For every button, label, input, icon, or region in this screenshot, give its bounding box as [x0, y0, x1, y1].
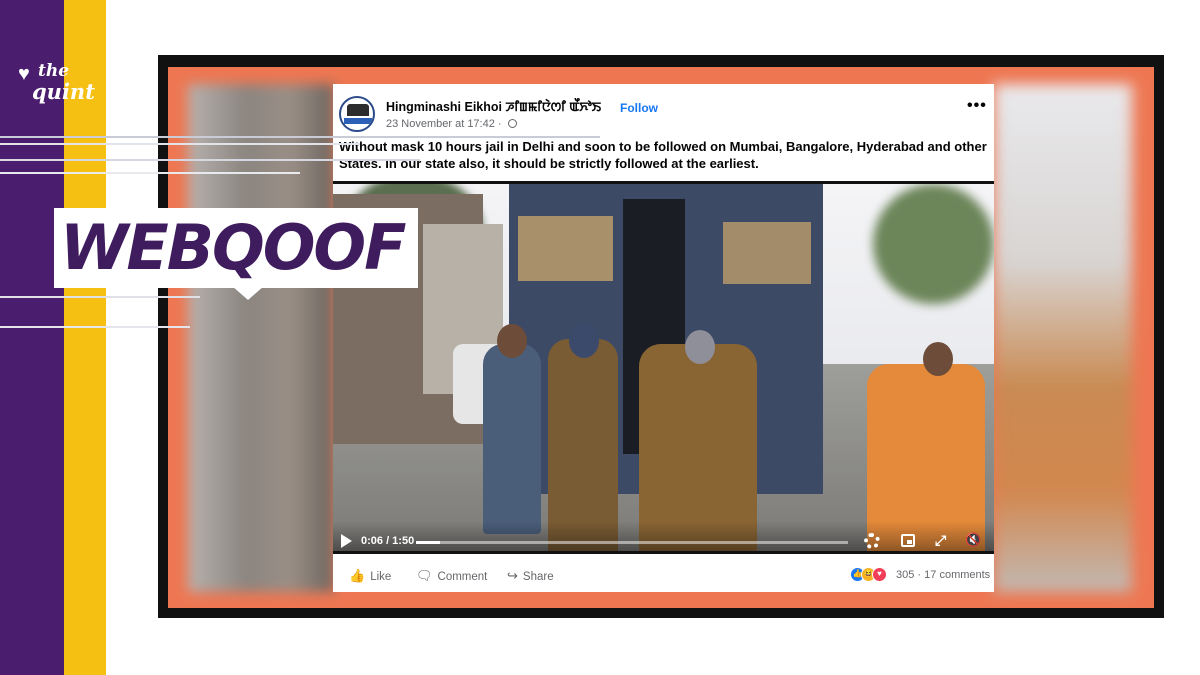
expand-icon[interactable]: ⤢ — [935, 532, 946, 548]
timestamp-text: 23 November at 17:42 · — [386, 118, 505, 130]
quint-heart-icon: ♥ — [18, 63, 30, 85]
reaction-count: 305 — [896, 569, 915, 581]
glitch-line — [0, 296, 200, 298]
comment-label: Comment — [437, 571, 488, 583]
gear-icon[interactable] — [864, 533, 880, 549]
reactions-summary[interactable]: 👍 😆 ♥ — [850, 567, 900, 583]
video-head — [497, 324, 527, 358]
like-icon: 👍 — [349, 568, 366, 583]
play-icon[interactable] — [341, 534, 352, 548]
comment-icon: 🗨 — [416, 568, 433, 583]
video-tree-right — [873, 184, 994, 304]
facebook-post-card: Hingminashi Eikhoi ꯍꯤꯡꯃꯤꯅꯥꯁꯤ ꯑꯩꯈꯣꯏ Follo… — [333, 84, 994, 592]
post-action-bar: 👍 Like 🗨 Comment ↪ Share 👍 😆 ♥ 305 · 17 com… — [333, 562, 994, 588]
video-time: 0:06 / 1:50 — [361, 535, 415, 547]
glitch-line — [0, 159, 420, 161]
pip-icon[interactable] — [901, 534, 915, 547]
comments-count: 17 comments — [924, 569, 991, 581]
webqoof-badge: WEBQOOF — [54, 208, 418, 300]
screenshot-root: ♥ the quint Hingminashi Eikhoi ꯍꯤꯡꯃꯤꯅꯥꯁꯤ… — [0, 0, 1200, 675]
share-label: Share — [522, 571, 554, 583]
webqoof-label: WEBQOOF — [60, 211, 406, 284]
video-progress-bar[interactable] — [416, 541, 848, 544]
video-van-window-right — [723, 222, 811, 284]
mute-icon[interactable]: 🔇 — [965, 532, 981, 548]
video-head — [569, 324, 599, 358]
video-head — [685, 330, 715, 364]
post-text: Without mask 10 hours jail in Delhi and … — [339, 139, 987, 171]
share-icon: ↪ — [507, 568, 518, 583]
reaction-love-icon: ♥ — [872, 567, 887, 582]
follow-button[interactable]: Follow — [620, 101, 658, 115]
separator: · — [917, 569, 922, 581]
page-name[interactable]: Hingminashi Eikhoi ꯍꯤꯡꯃꯤꯅꯥꯁꯤ ꯑꯩꯈꯣꯏ — [386, 99, 601, 116]
globe-icon — [507, 119, 517, 128]
video-progress-fill — [416, 541, 440, 544]
blurred-background-right — [994, 84, 1132, 592]
glitch-line — [0, 326, 190, 328]
video-head — [923, 342, 953, 376]
the-quint-logo: ♥ the quint — [16, 60, 96, 110]
glitch-line — [0, 143, 360, 145]
logo-the: the — [38, 61, 70, 81]
share-button[interactable]: ↪ Share — [507, 568, 554, 584]
engagement-counts[interactable]: 305 · 17 comments — [896, 569, 990, 581]
glitch-line — [0, 136, 600, 138]
page-avatar[interactable] — [339, 96, 375, 132]
logo-quint: quint — [32, 79, 95, 104]
video-van-window-left — [518, 216, 613, 281]
avatar-figures — [347, 104, 369, 116]
more-options-icon[interactable]: ••• — [967, 97, 987, 115]
glitch-line — [0, 172, 300, 174]
video-controls: 0:06 / 1:50 ⤢ 🔇 — [333, 521, 994, 551]
comment-button[interactable]: 🗨 Comment — [416, 568, 487, 584]
like-button[interactable]: 👍 Like — [349, 568, 391, 584]
like-label: Like — [370, 571, 392, 583]
video-person-hoodie — [483, 344, 541, 534]
post-timestamp[interactable]: 23 November at 17:42 · — [386, 118, 517, 130]
avatar-band — [344, 118, 372, 124]
video-player[interactable]: 0:06 / 1:50 ⤢ 🔇 — [333, 181, 994, 554]
